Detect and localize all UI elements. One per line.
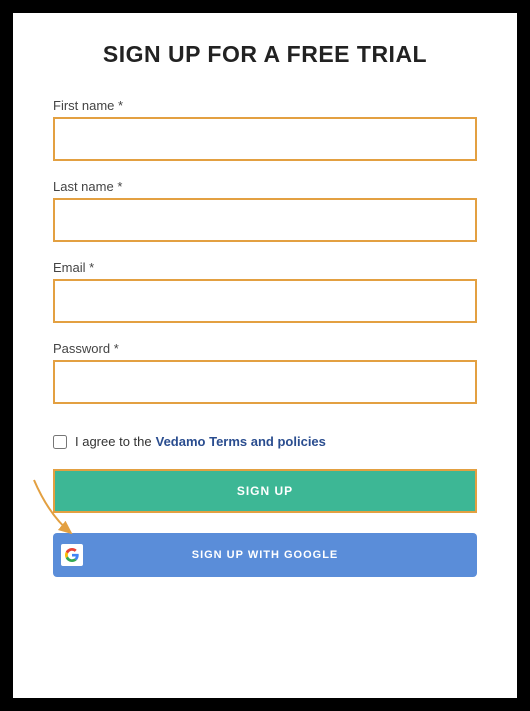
first-name-label: First name * [53, 98, 477, 113]
signup-google-button[interactable]: SIGN UP WITH GOOGLE [53, 533, 477, 577]
signup-form-container: SIGN UP FOR A FREE TRIAL First name * La… [0, 0, 530, 711]
first-name-group: First name * [53, 98, 477, 161]
last-name-label: Last name * [53, 179, 477, 194]
agree-text: I agree to the [75, 434, 152, 449]
password-input[interactable] [53, 360, 477, 404]
password-label: Password * [53, 341, 477, 356]
first-name-input[interactable] [53, 117, 477, 161]
agree-checkbox[interactable] [53, 435, 67, 449]
signup-button[interactable]: SIGN UP [53, 469, 477, 513]
google-icon [61, 544, 83, 566]
terms-link[interactable]: Vedamo Terms and policies [156, 434, 326, 449]
email-input[interactable] [53, 279, 477, 323]
page-title: SIGN UP FOR A FREE TRIAL [53, 41, 477, 68]
last-name-input[interactable] [53, 198, 477, 242]
google-button-label: SIGN UP WITH GOOGLE [192, 549, 339, 561]
email-label: Email * [53, 260, 477, 275]
agree-row: I agree to the Vedamo Terms and policies [53, 434, 477, 449]
password-group: Password * [53, 341, 477, 404]
email-group: Email * [53, 260, 477, 323]
last-name-group: Last name * [53, 179, 477, 242]
